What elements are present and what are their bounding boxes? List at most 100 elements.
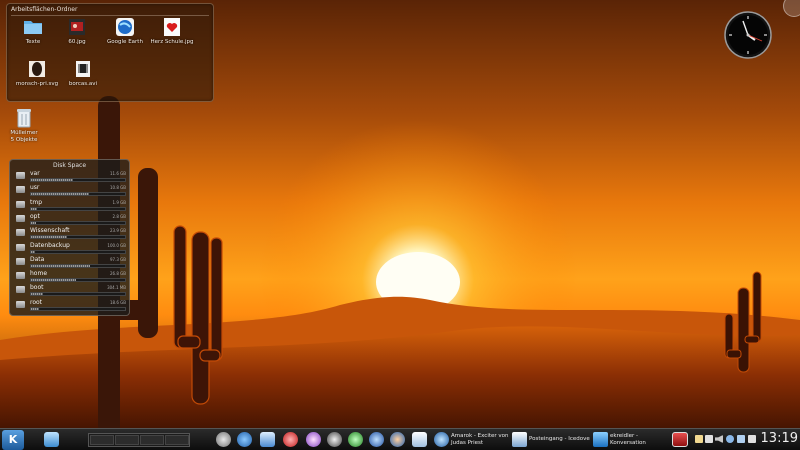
- disk-usage-fill: [31, 221, 36, 224]
- disk-row: root 18.6 GB: [14, 299, 126, 313]
- system-icon[interactable]: [216, 432, 231, 447]
- taskbar-clock[interactable]: 13:19: [761, 431, 798, 446]
- disk-name: home: [30, 270, 48, 278]
- hard-drive-icon: [16, 229, 25, 237]
- disk-usage-bar: [30, 178, 126, 182]
- hard-drive-icon: [16, 257, 25, 265]
- disk-name: Datenbackup: [30, 241, 70, 249]
- disk-size: 1.9 GB: [112, 199, 126, 205]
- disk-usage-bar: [30, 206, 126, 211]
- video-file-icon: [76, 61, 90, 77]
- disk-space-widget: Disk Space var 11.6 GB usr 10.8 GB tmp 1.9 GB…: [9, 159, 130, 316]
- desktop-icon-herz-schule[interactable]: Herz Schule.jpg: [150, 17, 194, 46]
- lifebuoy-icon[interactable]: [283, 432, 298, 447]
- globe-icon[interactable]: [348, 432, 363, 447]
- trash-icon-item[interactable]: Mülleimer 5 Objekte: [3, 108, 45, 143]
- pager-desktop-1[interactable]: [90, 435, 114, 445]
- volume-icon[interactable]: [715, 435, 723, 443]
- disk-size: 2.8 GB: [112, 213, 126, 219]
- hard-drive-icon: [16, 272, 25, 280]
- disk-usage-bar: [30, 220, 126, 225]
- disk-size: 18.6 GB: [109, 299, 126, 305]
- desktop-pager: [88, 433, 190, 447]
- desktop-icon-borcas-avi[interactable]: borcas.avi: [61, 59, 105, 88]
- folder-view-title: Arbeitsflächen-Ordner: [11, 6, 78, 13]
- hard-drive-icon: [16, 172, 25, 179]
- disk-usage-bar: [30, 292, 126, 297]
- desktop-icon-label: borcas.avi: [68, 81, 98, 87]
- disk-size: 23.9 GB: [109, 228, 126, 234]
- disk-name: tmp: [30, 198, 43, 206]
- network-icon[interactable]: [327, 432, 342, 447]
- browser-icon[interactable]: [306, 432, 321, 447]
- clipboard-icon[interactable]: [705, 435, 713, 443]
- task-konversation[interactable]: ekreidler - Konversation: [593, 431, 669, 449]
- internet-icon[interactable]: [390, 432, 405, 447]
- konqueror-icon[interactable]: [237, 432, 252, 447]
- mail-icon: [512, 432, 527, 447]
- task-label: ekreidler - Konversation: [610, 433, 646, 446]
- disk-name: Wissenschaft: [30, 227, 70, 235]
- hard-drive-icon: [16, 243, 25, 251]
- update-notifier-icon[interactable]: [737, 435, 745, 443]
- disk-usage-fill: [31, 307, 40, 310]
- disk-size: 11.6 GB: [109, 171, 126, 176]
- task-amarok[interactable]: Amarok - Exciter von Judas Priest: [434, 431, 510, 449]
- disk-size: 10.8 GB: [109, 185, 126, 191]
- disk-usage-fill: [31, 250, 35, 253]
- hard-drive-icon: [16, 186, 25, 194]
- hard-drive-icon: [16, 214, 25, 222]
- disk-name: Data: [30, 255, 45, 263]
- pager-desktop-3[interactable]: [140, 435, 164, 445]
- disk-usage-bar: [30, 192, 126, 197]
- disk-size: 97.3 GB: [109, 256, 126, 262]
- desktop-icon-monsch-pri[interactable]: monsch-pri.svg: [15, 59, 59, 88]
- pager-desktop-4[interactable]: [165, 435, 189, 445]
- amarok-icon: [434, 432, 449, 447]
- image-file-icon: [164, 18, 180, 36]
- disk-usage-bar: [30, 306, 126, 311]
- disk-name: var: [30, 170, 40, 177]
- image-file-icon: [29, 61, 45, 77]
- battery-indicator-icon[interactable]: [672, 432, 688, 447]
- disk-row: opt 2.8 GB: [14, 213, 126, 227]
- disk-name: boot: [30, 284, 44, 292]
- kde-menu-button[interactable]: K: [2, 430, 24, 450]
- desktop-icon-label: Google Earth: [107, 39, 143, 45]
- hard-drive-icon: [16, 300, 25, 308]
- desktop-icon-texte[interactable]: Texte: [11, 17, 55, 46]
- task-label: Posteingang - Icedove: [529, 436, 590, 442]
- disk-usage-fill: [31, 293, 44, 296]
- notes-icon[interactable]: [695, 435, 703, 443]
- disk-row: usr 10.8 GB: [14, 184, 126, 198]
- pager-desktop-2[interactable]: [115, 435, 139, 445]
- settings-icon[interactable]: [369, 432, 384, 447]
- disk-name: root: [30, 298, 43, 306]
- analog-clock[interactable]: [724, 11, 772, 59]
- device-notifier-icon[interactable]: [748, 435, 756, 443]
- network-status-icon[interactable]: [726, 435, 734, 443]
- show-desktop-icon[interactable]: [44, 432, 59, 447]
- disk-row: Datenbackup 100.0 GB: [14, 242, 126, 256]
- desktop-icon-label: monsch-pri.svg: [15, 81, 59, 87]
- desktop-icon-google-earth[interactable]: Google Earth: [103, 17, 147, 46]
- task-label: Amarok - Exciter von Judas Priest: [451, 433, 509, 446]
- disk-usage-bar: [30, 263, 126, 268]
- disk-space-title: Disk Space: [52, 162, 87, 169]
- disk-usage-bar: [30, 278, 126, 283]
- desktop-icon-label: Texte: [25, 39, 41, 45]
- hard-drive-icon: [16, 200, 25, 208]
- task-icedove[interactable]: Posteingang - Icedove: [512, 431, 592, 449]
- desktop-icon-60-jpg[interactable]: 60.jpg: [55, 17, 99, 46]
- trash-icon: [17, 109, 31, 128]
- text-editor-icon[interactable]: [412, 432, 427, 447]
- file-manager-icon[interactable]: [260, 432, 275, 447]
- disk-usage-bar: [30, 235, 126, 240]
- disk-size: 100.0 GB: [107, 242, 126, 248]
- desktop-icon-label: 60.jpg: [68, 39, 86, 45]
- desktop-folder-view: Arbeitsflächen-Ordner Texte 60.jpg Googl…: [6, 3, 214, 102]
- disk-row: home 26.8 GB: [14, 270, 126, 284]
- disk-size: 26.8 GB: [109, 271, 126, 277]
- disk-row: tmp 1.9 GB: [14, 199, 126, 213]
- disk-usage-fill: [31, 193, 90, 196]
